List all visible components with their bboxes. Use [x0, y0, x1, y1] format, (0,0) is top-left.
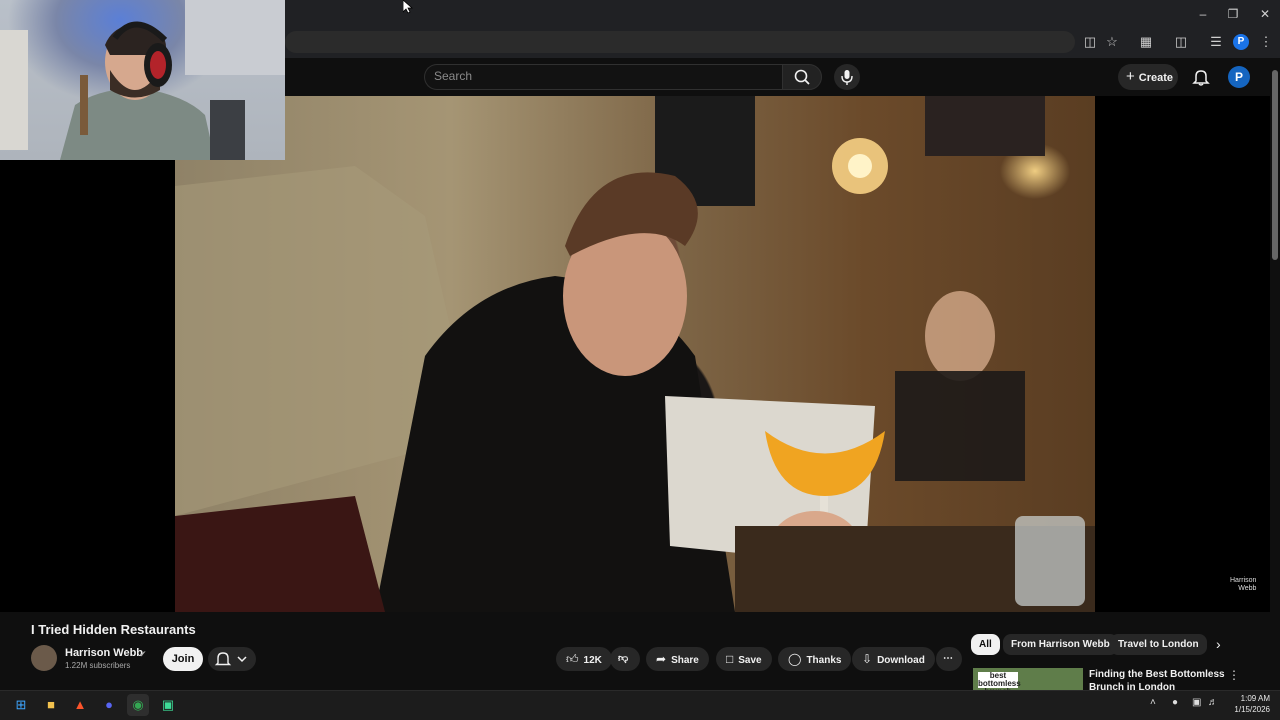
tray-expand-icon[interactable]: ˄ — [1150, 697, 1156, 708]
network-icon[interactable]: ▣ — [1192, 697, 1201, 708]
like-count: 12K — [583, 655, 602, 666]
microphone-icon — [841, 70, 853, 85]
microphone-tray-icon[interactable]: ● — [1172, 697, 1178, 708]
brave-browser-icon[interactable]: ▲ — [69, 694, 91, 716]
channel-name[interactable]: Harrison Webb — [65, 647, 143, 659]
search-input[interactable] — [424, 64, 782, 90]
download-icon: ⇩ — [862, 652, 873, 666]
notifications-bell-icon[interactable] — [1190, 66, 1212, 88]
media-control-icon[interactable]: ☰ — [1206, 33, 1226, 51]
browser-menu-icon[interactable]: ⋮ — [1256, 33, 1276, 51]
install-app-icon[interactable]: ◫ — [1080, 33, 1100, 51]
app-icon[interactable]: ▣ — [157, 694, 179, 716]
bookmark-icon: □ — [726, 652, 734, 666]
account-avatar[interactable]: P — [1228, 66, 1250, 88]
windows-taskbar — [0, 690, 1280, 720]
address-bar[interactable] — [285, 31, 1075, 53]
bell-icon — [214, 652, 232, 666]
chrome-icon[interactable]: ◉ — [127, 694, 149, 716]
chip-from-channel[interactable]: From Harrison Webb — [1003, 634, 1118, 655]
save-label: Save — [738, 655, 762, 666]
search-icon — [794, 69, 810, 85]
volume-icon[interactable]: ♬ — [1208, 697, 1218, 708]
create-label: Create — [1138, 72, 1174, 84]
mouse-cursor-icon — [402, 0, 414, 19]
profile-icon[interactable]: P — [1233, 34, 1249, 50]
more-vertical-icon[interactable]: ⋮ — [1228, 668, 1240, 684]
minimize-icon[interactable]: – — [1188, 4, 1218, 24]
scrollbar-thumb[interactable] — [1272, 70, 1278, 260]
restore-icon[interactable]: ❐ — [1218, 4, 1248, 24]
like-button[interactable]: 👍︎ 12K — [556, 647, 612, 671]
watermark-line: Webb — [1238, 585, 1257, 592]
download-button[interactable]: ⇩ Download — [852, 647, 935, 671]
chip-all[interactable]: All — [971, 634, 1000, 655]
subscriber-count: 1.22M subscribers — [65, 661, 131, 670]
channel-watermark: Harrison Webb — [1230, 577, 1256, 593]
chip-travel[interactable]: Travel to London — [1110, 634, 1207, 655]
voice-search-button[interactable] — [834, 64, 860, 90]
side-panel-icon[interactable]: ◫ — [1171, 33, 1191, 51]
clock-date[interactable]: 1/15/2026 — [1230, 705, 1270, 714]
file-explorer-icon[interactable]: ■ — [40, 694, 62, 716]
extensions-icon[interactable]: ▦ — [1136, 33, 1156, 51]
more-actions-button[interactable]: ⋯ — [936, 647, 962, 671]
search-placeholder: Search — [434, 69, 473, 83]
recommendation-title[interactable]: Finding the Best Bottomless Brunch in Lo… — [1089, 668, 1229, 690]
chevron-right-icon[interactable]: › — [1216, 636, 1221, 652]
video-frame[interactable] — [175, 96, 1095, 612]
clock-time[interactable]: 1:09 AM — [1230, 694, 1270, 703]
create-button[interactable]: + Create — [1118, 64, 1178, 90]
plus-icon: + — [1126, 68, 1135, 85]
chevron-down-icon — [237, 656, 247, 663]
windows-start-icon[interactable]: ⊞ — [10, 694, 32, 716]
share-button[interactable]: ➦ Share — [646, 647, 709, 671]
webcam-scene — [0, 0, 285, 160]
more-horizontal-icon: ⋯ — [943, 653, 953, 664]
thumbs-up-icon: 👍︎ — [566, 652, 579, 666]
bookmark-star-icon[interactable]: ☆ — [1102, 33, 1122, 51]
channel-avatar[interactable] — [31, 645, 57, 671]
thanks-dollar-icon: ◯ — [788, 652, 802, 666]
share-label: Share — [671, 655, 699, 666]
thumbs-down-icon: 👎︎ — [618, 653, 629, 664]
thanks-button[interactable]: ◯ Thanks — [778, 647, 852, 671]
search-button[interactable] — [782, 64, 822, 90]
thanks-label: Thanks — [806, 655, 842, 666]
share-arrow-icon: ➦ — [656, 652, 667, 666]
download-label: Download — [877, 655, 925, 666]
subscription-bell-button[interactable] — [208, 647, 256, 671]
video-title: I Tried Hidden Restaurants — [31, 622, 196, 637]
close-icon[interactable]: ✕ — [1250, 4, 1280, 24]
join-button[interactable]: Join — [163, 647, 203, 671]
webcam-overlay — [0, 0, 285, 160]
verified-badge-icon: ✔ — [139, 649, 147, 659]
save-button[interactable]: □ Save — [716, 647, 772, 671]
dislike-button[interactable]: 👎︎ — [610, 647, 640, 671]
watermark-line: Harrison — [1230, 577, 1257, 584]
discord-icon[interactable]: ● — [98, 694, 120, 716]
video-scene — [175, 96, 1095, 612]
thumbnail-text: best bottomless brunch — [978, 671, 1021, 696]
